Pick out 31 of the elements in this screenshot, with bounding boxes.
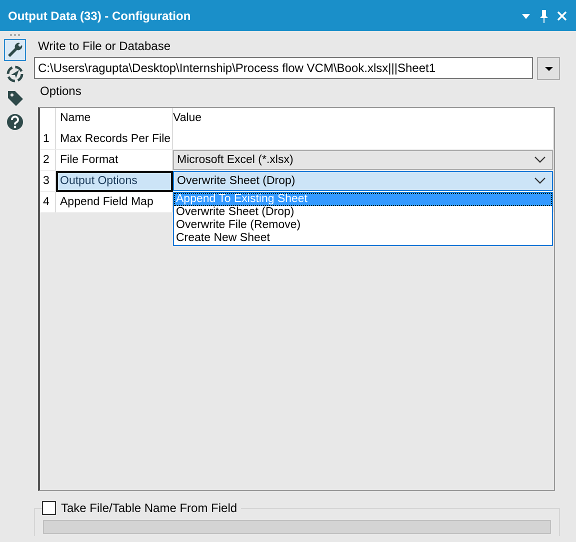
row-number: 3 (40, 171, 56, 192)
table-cell[interactable]: Output Options (56, 171, 173, 192)
pin-icon[interactable] (538, 8, 550, 22)
dropdown-field[interactable]: Overwrite Sheet (Drop) (173, 171, 553, 191)
table-cell[interactable] (173, 129, 554, 150)
close-icon[interactable] (556, 10, 568, 22)
column-header: Name (56, 108, 173, 130)
section-label: Options (39, 83, 82, 100)
table-cell[interactable]: Max Records Per File (56, 129, 173, 150)
column-header: Value (173, 108, 554, 130)
table-cell[interactable]: Append Field Map (56, 192, 173, 213)
text-field[interactable] (43, 520, 551, 534)
row-number: 1 (40, 129, 56, 150)
caret-icon (544, 66, 554, 72)
row-number: 4 (40, 192, 56, 213)
chevron-icon (534, 156, 546, 164)
dropdown-option[interactable]: Overwrite Sheet (Drop) (174, 206, 552, 219)
field-label: Write to File or Database (37, 38, 172, 55)
dropdown-option[interactable]: Create New Sheet (174, 232, 552, 245)
sidebar-tab[interactable] (4, 111, 26, 133)
chevron-icon (534, 177, 546, 185)
path-field[interactable]: C:\Users\ragupta\Desktop\Internship\Process flow VCM\Book.xlsx|||Sheet1 (34, 57, 533, 79)
checkbox-label: Take File/Table Name From Field (61, 501, 238, 515)
grip-icon (8, 33, 22, 37)
dropdown-button[interactable] (537, 57, 560, 80)
checkbox[interactable] (42, 501, 56, 515)
sidebar-tab[interactable] (4, 39, 26, 61)
sidebar-tab[interactable] (4, 63, 26, 85)
window-title: Output Data (33) - Configuration (8, 8, 191, 22)
row-number: 2 (40, 150, 56, 171)
dropdown-option[interactable]: Overwrite File (Remove) (174, 219, 552, 232)
